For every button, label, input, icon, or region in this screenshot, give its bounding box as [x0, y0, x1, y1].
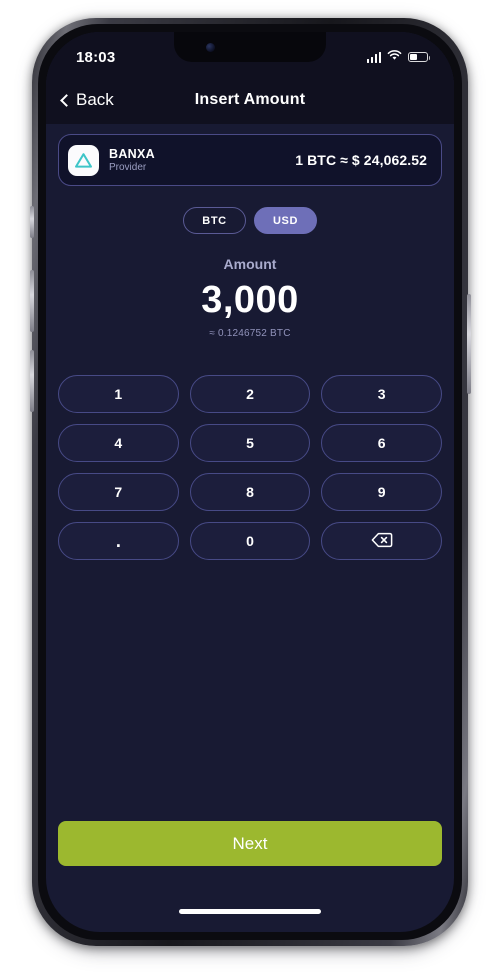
backspace-icon — [371, 532, 393, 551]
key-backspace[interactable] — [321, 522, 442, 560]
volume-down-button[interactable] — [30, 350, 34, 412]
screenshot-root: 18:03 Insert Amount Back BANXA Provider … — [0, 0, 500, 974]
status-bar: 18:03 — [46, 32, 454, 76]
key-3[interactable]: 3 — [321, 375, 442, 413]
power-button[interactable] — [467, 294, 471, 394]
key-0[interactable]: 0 — [189, 522, 311, 560]
key-decimal[interactable]: . — [58, 522, 179, 560]
key-5[interactable]: 5 — [189, 424, 311, 462]
silent-switch-button[interactable] — [30, 206, 34, 238]
chevron-left-icon — [60, 93, 73, 107]
battery-icon — [408, 51, 431, 63]
amount-value: 3,000 — [201, 279, 299, 321]
numeric-keypad: 1 2 3 4 5 6 7 8 9 . 0 — [58, 375, 442, 560]
amount-converted: ≈ 0.1246752 BTC — [209, 328, 291, 339]
key-4[interactable]: 4 — [58, 424, 179, 462]
status-bar-icons — [366, 48, 431, 66]
banxa-triangle-logo-icon — [68, 144, 99, 176]
cellular-signal-icon — [366, 51, 381, 63]
back-button-label: Back — [76, 90, 114, 109]
volume-up-button[interactable] — [30, 270, 34, 332]
amount-label: Amount — [223, 256, 277, 272]
currency-toggle: BTC USD — [46, 207, 454, 234]
provider-role: Provider — [109, 161, 147, 173]
back-button[interactable]: Back — [46, 86, 124, 114]
provider-text: BANXA Provider — [109, 147, 155, 174]
home-indicator[interactable] — [179, 909, 321, 914]
phone-screen: 18:03 Insert Amount Back BANXA Provider … — [46, 32, 454, 932]
key-2[interactable]: 2 — [189, 375, 311, 413]
screen-content: BANXA Provider 1 BTC ≈ $ 24,062.52 BTC U… — [46, 124, 454, 932]
key-8[interactable]: 8 — [189, 473, 311, 511]
toggle-option-btc[interactable]: BTC — [183, 207, 246, 234]
wifi-icon — [387, 48, 402, 66]
provider-name: BANXA — [109, 146, 155, 161]
toggle-option-usd[interactable]: USD — [254, 207, 317, 234]
next-button[interactable]: Next — [58, 821, 442, 866]
nav-bar: Insert Amount Back — [46, 76, 454, 124]
key-7[interactable]: 7 — [58, 473, 179, 511]
exchange-rate: 1 BTC ≈ $ 24,062.52 — [295, 152, 427, 168]
status-bar-time: 18:03 — [76, 48, 116, 66]
provider-card[interactable]: BANXA Provider 1 BTC ≈ $ 24,062.52 — [58, 134, 442, 186]
key-1[interactable]: 1 — [58, 375, 179, 413]
key-6[interactable]: 6 — [321, 424, 442, 462]
key-9[interactable]: 9 — [321, 473, 442, 511]
